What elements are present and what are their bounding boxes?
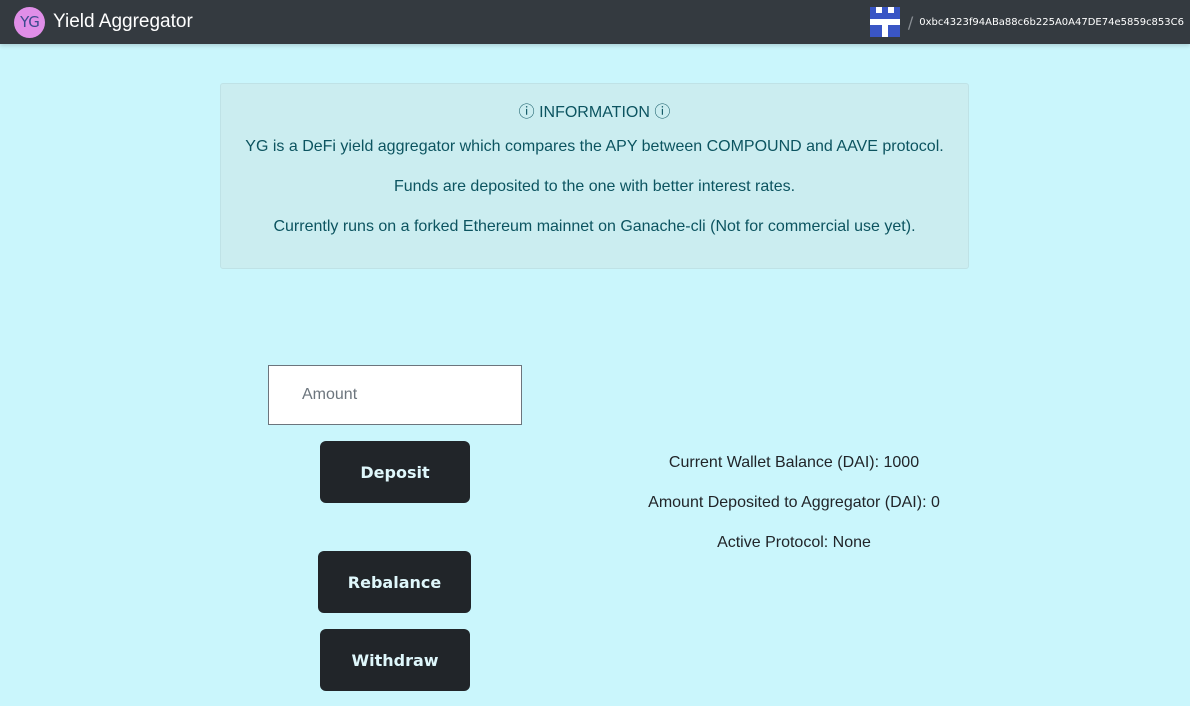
- withdraw-button[interactable]: Withdraw: [320, 629, 470, 691]
- amount-input[interactable]: [268, 365, 522, 425]
- stats-panel: Current Wallet Balance (DAI): 1000 Amoun…: [594, 452, 994, 572]
- navbar: YG Yield Aggregator / 0xbc4323f94ABa88c6…: [0, 0, 1190, 44]
- deposit-button[interactable]: Deposit: [320, 441, 470, 503]
- wallet-balance-text: Current Wallet Balance (DAI): 1000: [668, 454, 920, 471]
- information-title: ⓘ INFORMATION ⓘ: [518, 104, 671, 121]
- account-info: / 0xbc4323f94ABa88c6b225A0A47DE74e5859c8…: [869, 7, 1184, 37]
- information-line-3: Currently runs on a forked Ethereum main…: [273, 218, 916, 235]
- app-title: Yield Aggregator: [53, 11, 193, 32]
- rebalance-button[interactable]: Rebalance: [318, 551, 471, 613]
- information-line-1: YG is a DeFi yield aggregator which comp…: [245, 138, 944, 155]
- information-alert: ⓘ INFORMATION ⓘ YG is a DeFi yield aggre…: [220, 83, 969, 269]
- identicon-avatar-icon: [869, 7, 900, 37]
- yg-logo-icon: YG: [14, 6, 45, 38]
- identicon-cell: [893, 31, 900, 37]
- deposited-amount-text: Amount Deposited to Aggregator (DAI): 0: [648, 494, 940, 511]
- brand[interactable]: YG Yield Aggregator: [14, 6, 193, 38]
- information-line-2: Funds are deposited to the one with bett…: [393, 178, 796, 195]
- active-protocol-text: Active Protocol: None: [717, 534, 871, 551]
- address-separator: /: [907, 12, 914, 32]
- wallet-address: 0xbc4323f94ABa88c6b225A0A47DE74e5859c853…: [919, 16, 1184, 28]
